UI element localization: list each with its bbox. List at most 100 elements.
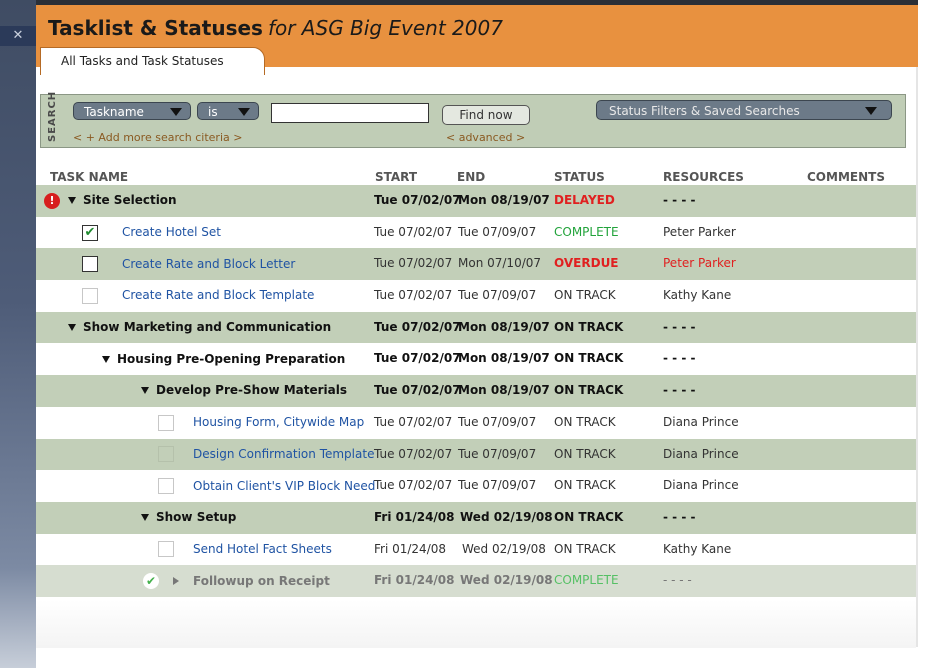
tasklist-panel: Tasklist & Statuses for ASG Big Event 200… <box>36 0 934 668</box>
expand-triangle-icon[interactable] <box>173 577 179 586</box>
status-badge: ON TRACK <box>554 351 624 366</box>
task-name-cell: ✔ Followup on Receipt <box>143 565 330 597</box>
add-criteria-link[interactable]: < + Add more search citeria > <box>73 131 242 144</box>
task-name-cell: Develop Pre-Show Materials <box>141 375 347 407</box>
column-header-start[interactable]: START <box>375 170 417 184</box>
page-title: Tasklist & Statuses for ASG Big Event 200… <box>48 16 503 40</box>
status-badge: DELAYED <box>554 193 615 207</box>
task-name[interactable]: Housing Form, Citywide Map <box>193 415 364 430</box>
end-date: Tue 07/09/07 <box>458 224 537 239</box>
collapse-triangle-icon[interactable] <box>141 387 149 395</box>
column-header-status[interactable]: STATUS <box>554 170 605 184</box>
table-row[interactable]: Show Setup Fri 01/24/08 Wed 02/19/08 ON … <box>36 501 916 534</box>
table-row[interactable]: ✔ Create Hotel Set Tue 07/02/07 Tue 07/09… <box>36 217 916 249</box>
task-name[interactable]: Send Hotel Fact Sheets <box>193 542 332 557</box>
chevron-down-icon <box>865 107 877 115</box>
status-badge: ON TRACK <box>554 383 624 398</box>
status-badge: COMPLETE <box>554 224 619 239</box>
field-select[interactable]: Taskname <box>73 102 191 120</box>
empty-area <box>36 600 916 648</box>
collapse-triangle-icon[interactable] <box>141 514 149 522</box>
collapse-triangle-icon[interactable] <box>68 324 76 332</box>
advanced-link[interactable]: < advanced > <box>446 131 525 144</box>
close-icon[interactable]: ✕ <box>0 26 36 46</box>
chevron-down-icon <box>170 108 182 116</box>
task-name: Show Marketing and Communication <box>83 320 332 335</box>
start-date: Tue 07/02/07 <box>374 224 453 239</box>
task-name: Show Setup <box>156 510 237 525</box>
chevron-down-icon <box>238 108 250 116</box>
resources: Peter Parker <box>663 224 736 239</box>
checkbox[interactable] <box>82 256 98 273</box>
start-date: Tue 07/02/07 <box>374 351 461 366</box>
search-input[interactable] <box>271 103 429 123</box>
table-row[interactable]: Create Rate and Block Template Tue 07/02… <box>36 280 916 312</box>
start-date: Tue 07/02/07 <box>374 446 453 461</box>
collapse-triangle-icon[interactable] <box>68 197 76 205</box>
start-date: Tue 07/02/07 <box>374 383 461 398</box>
end-date: Mon 08/19/07 <box>458 383 550 398</box>
resources: Diana Prince <box>663 478 739 493</box>
checkbox-checked[interactable]: ✔ <box>82 224 98 241</box>
resources: - - - - <box>663 193 696 207</box>
end-date: Wed 02/19/08 <box>460 509 553 524</box>
status-filter-label: Status Filters & Saved Searches <box>609 104 800 118</box>
operator-select[interactable]: is <box>197 102 259 120</box>
task-table: ! Site Selection Tue 07/02/07 Mon 08/19/… <box>36 185 916 597</box>
table-row[interactable]: Develop Pre-Show Materials Tue 07/02/07 … <box>36 375 916 407</box>
table-row[interactable]: ✔ Followup on Receipt Fri 01/24/08 Wed 02… <box>36 565 916 597</box>
task-name: Develop Pre-Show Materials <box>156 383 348 398</box>
table-row[interactable]: Create Rate and Block Letter Tue 07/02/0… <box>36 248 916 281</box>
task-name-cell: Design Confirmation Template <box>158 439 374 471</box>
task-name: Followup on Receipt <box>193 573 330 588</box>
table-row[interactable]: ! Site Selection Tue 07/02/07 Mon 08/19/… <box>36 185 916 217</box>
table-row[interactable]: Obtain Client's VIP Block Need Tue 07/02… <box>36 470 916 502</box>
column-header-end[interactable]: END <box>457 170 485 184</box>
search-side-label: SEARCH <box>47 90 58 142</box>
end-date: Mon 08/19/07 <box>458 351 550 366</box>
checkbox[interactable] <box>158 541 174 558</box>
task-name[interactable]: Design Confirmation Template <box>193 447 374 462</box>
status-filter-select[interactable]: Status Filters & Saved Searches <box>596 100 892 120</box>
column-header-task[interactable]: TASK NAME <box>50 170 128 184</box>
status-badge: ON TRACK <box>554 319 624 334</box>
checkbox[interactable] <box>82 287 98 304</box>
table-row[interactable]: Housing Pre-Opening Preparation Tue 07/0… <box>36 343 916 375</box>
table-row[interactable]: Show Marketing and Communication Tue 07/… <box>36 311 916 344</box>
task-name-cell: Show Marketing and Communication <box>68 312 331 344</box>
table-row[interactable]: Housing Form, Citywide Map Tue 07/02/07 … <box>36 407 916 439</box>
resources: - - - - <box>663 319 696 334</box>
table-row[interactable]: Send Hotel Fact Sheets Fri 01/24/08 Wed … <box>36 534 916 566</box>
checkbox[interactable] <box>158 446 174 463</box>
status-badge: ON TRACK <box>554 446 616 461</box>
find-now-button[interactable]: Find now <box>442 105 530 125</box>
header-bar: Tasklist & Statuses for ASG Big Event 200… <box>36 0 918 75</box>
resources: Kathy Kane <box>663 288 732 303</box>
start-date: Fri 01/24/08 <box>374 509 455 524</box>
checkbox[interactable] <box>158 478 174 495</box>
task-name: Site Selection <box>83 193 177 208</box>
task-name[interactable]: Obtain Client's VIP Block Need <box>193 479 375 494</box>
end-date: Tue 07/09/07 <box>458 414 537 429</box>
resources: - - - - <box>663 573 692 588</box>
resources: Kathy Kane <box>663 541 732 556</box>
checkbox[interactable] <box>158 414 174 431</box>
column-header-comments[interactable]: COMMENTS <box>807 170 885 184</box>
status-badge: ON TRACK <box>554 541 616 556</box>
table-row[interactable]: Design Confirmation Template Tue 07/02/0… <box>36 438 916 471</box>
collapse-triangle-icon[interactable] <box>102 355 110 363</box>
start-date: Tue 07/02/07 <box>374 319 461 334</box>
column-header-resources[interactable]: RESOURCES <box>663 170 744 184</box>
resources: - - - - <box>663 509 696 524</box>
start-date: Tue 07/02/07 <box>374 256 453 271</box>
start-date: Tue 07/02/07 <box>374 478 453 493</box>
task-name[interactable]: Create Hotel Set <box>122 225 221 240</box>
task-name[interactable]: Create Rate and Block Template <box>122 288 314 303</box>
task-name-cell: Site Selection <box>68 185 177 217</box>
status-badge: ON TRACK <box>554 509 624 524</box>
task-name-cell: Housing Pre-Opening Preparation <box>102 343 345 375</box>
tab-all-tasks[interactable]: All Tasks and Task Statuses <box>40 47 265 75</box>
task-name-cell: Create Rate and Block Template <box>82 280 314 312</box>
task-name[interactable]: Create Rate and Block Letter <box>122 257 295 272</box>
title-main: Tasklist & Statuses <box>48 16 263 40</box>
